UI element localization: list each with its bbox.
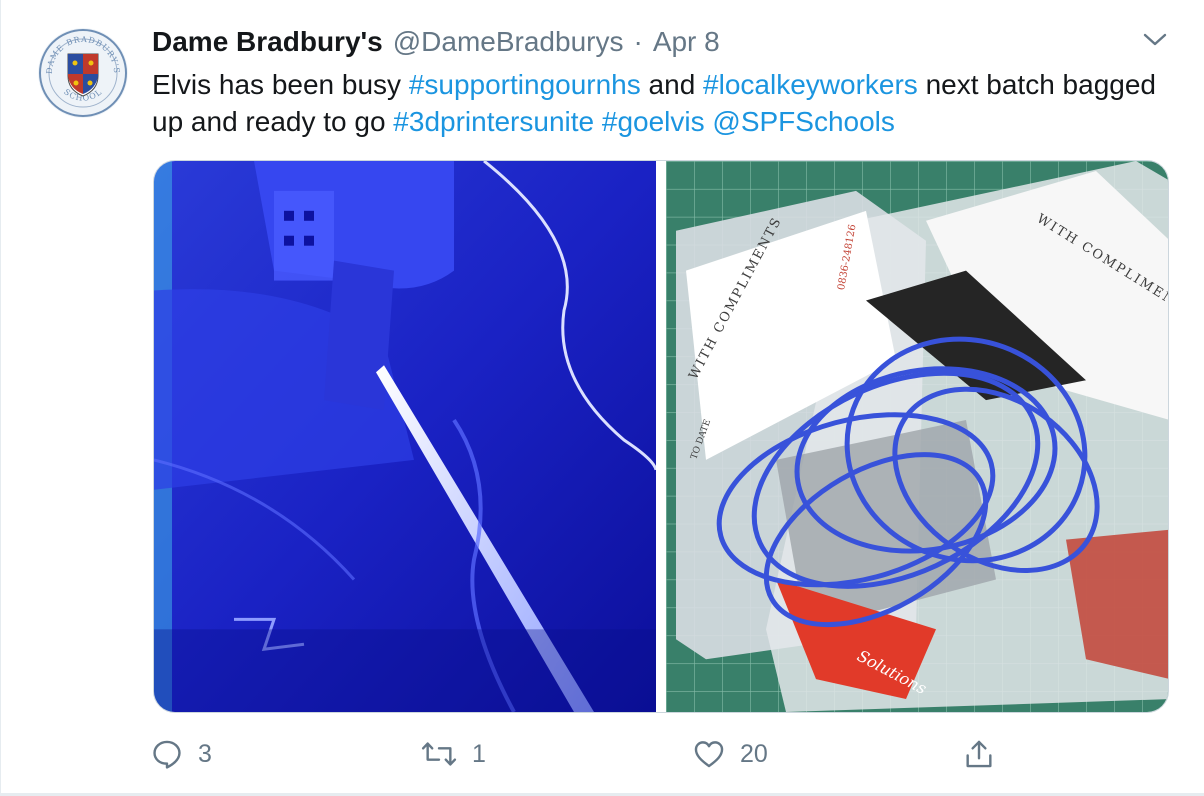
- user-handle[interactable]: @DameBradburys: [393, 26, 624, 58]
- hashtag-link[interactable]: #supportingournhs: [409, 69, 641, 100]
- hashtag-link[interactable]: @SPFSchools: [712, 106, 895, 137]
- printer-photo[interactable]: [154, 161, 656, 712]
- retweet-button[interactable]: 1: [420, 732, 486, 776]
- tweet-text-segment: Elvis has been busy: [152, 69, 409, 100]
- retweet-icon: [421, 742, 457, 766]
- tweet-text-segment: and: [640, 69, 704, 100]
- chevron-down-icon: [1143, 33, 1167, 46]
- hashtag-link[interactable]: #localkeyworkers: [703, 69, 918, 100]
- avatar[interactable]: DAME BRADBURY'S SCHOOL: [38, 28, 128, 118]
- share-button[interactable]: [962, 732, 996, 776]
- tweet-card[interactable]: DAME BRADBURY'S SCHOOL Dame Bradbury's @…: [0, 0, 1204, 796]
- share-icon: [966, 740, 992, 768]
- tweet-text: Elvis has been busy #supportingournhs an…: [152, 66, 1162, 140]
- retweet-count: 1: [472, 739, 486, 768]
- heart-icon: [694, 741, 724, 768]
- tweet-header: Dame Bradbury's @DameBradburys · Apr 8: [152, 26, 720, 60]
- tweet-date[interactable]: Apr 8: [653, 26, 720, 58]
- reply-count: 3: [198, 739, 212, 768]
- tweet-actions: 3 1 20: [150, 732, 1030, 776]
- divider: [0, 0, 1, 796]
- reply-button[interactable]: 3: [150, 732, 212, 776]
- hashtag-link[interactable]: #goelvis: [602, 106, 705, 137]
- tweet-text-segment: [594, 106, 602, 137]
- school-crest-icon: DAME BRADBURY'S SCHOOL: [38, 28, 128, 118]
- separator-dot: ·: [633, 26, 643, 57]
- like-button[interactable]: 20: [692, 732, 768, 776]
- display-name[interactable]: Dame Bradbury's: [152, 26, 383, 58]
- hashtag-link[interactable]: #3dprintersunite: [393, 106, 594, 137]
- more-options-button[interactable]: [1140, 28, 1170, 52]
- like-count: 20: [740, 739, 768, 768]
- headbands-photo[interactable]: WITH COMPLIMENTS WITH COMPLIMENTS 0836-2…: [666, 161, 1169, 712]
- tweet-media[interactable]: WITH COMPLIMENTS WITH COMPLIMENTS 0836-2…: [153, 160, 1169, 713]
- photo-divider: [656, 161, 666, 712]
- reply-icon: [153, 740, 181, 769]
